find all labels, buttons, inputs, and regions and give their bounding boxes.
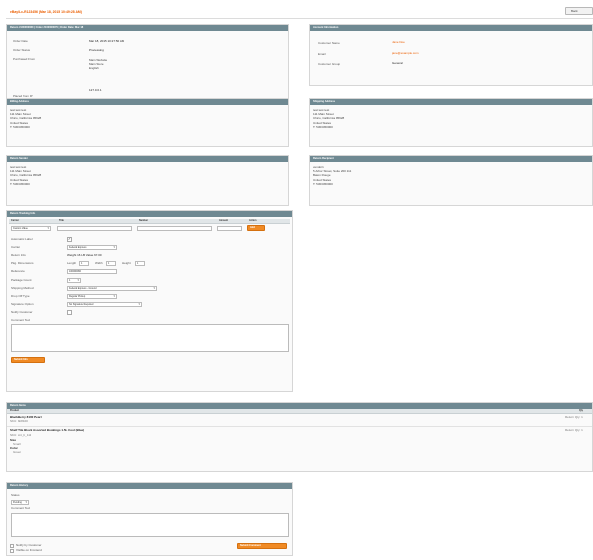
tracking-add-button[interactable]: Add: [247, 225, 265, 231]
drop-off-label: Drop Off Type: [11, 294, 30, 298]
submit-comment-button[interactable]: Submit Comment: [237, 543, 287, 549]
order-info-panel: Return #100000060 | Order #100000070 | O…: [6, 24, 289, 108]
shipping-address-panel: Shipping Address test test test 111 Main…: [309, 98, 593, 147]
customer-group-value: General: [392, 61, 403, 65]
col-title: Title: [59, 219, 64, 222]
return-recipient-panel: Return Recipient vendor1 5 Arbor Street,…: [309, 155, 593, 206]
shipping-method-label: Shipping Method: [11, 286, 34, 290]
customer-group-label: Customer Group: [318, 62, 341, 66]
account-info-heading: Account Information: [310, 25, 592, 31]
drop-off-select[interactable]: Regular Pickup: [67, 294, 117, 299]
carrier-select[interactable]: Federal Express: [67, 245, 117, 250]
height-input[interactable]: 1: [135, 261, 145, 266]
tracking-amount-input[interactable]: [217, 226, 242, 231]
item-sku: SKU: bb8100: [10, 419, 28, 423]
page-title: eBay/Lc-R123456 (Mar 18, 2015 10:49:28 A…: [10, 10, 82, 14]
reference-input[interactable]: 100000060: [67, 269, 117, 274]
shipping-address-text: test test test 111 Main Street Chico, Ca…: [313, 108, 345, 129]
carrier-label: Carrier: [11, 245, 21, 249]
item-status: Return Qty: 1: [565, 428, 583, 432]
shipping-address-heading: Shipping Address: [310, 99, 592, 105]
package-count-select[interactable]: 1: [67, 278, 81, 283]
return-recipient-heading: Return Recipient: [310, 156, 592, 162]
tracking-comment-textarea[interactable]: [11, 324, 289, 352]
item-option-value: Green: [13, 450, 22, 454]
automatic-label-checkbox[interactable]: ✓: [67, 237, 72, 242]
package-count-label: Package Count: [11, 278, 32, 282]
billing-address-heading: Billing Address: [7, 99, 288, 105]
tracking-table-header: Carrier Title Number Amount Action: [9, 219, 290, 224]
tracking-number-input[interactable]: [137, 226, 212, 231]
visible-frontend-label: Visible on Frontend: [16, 548, 42, 552]
order-date-value: Mar 18, 2015 10:27:50 AM: [89, 39, 125, 43]
return-recipient-text: vendor1 5 Arbor Street, Suite 200 111 Ba…: [313, 165, 352, 186]
customer-name-label: Customer Name: [318, 41, 340, 45]
billing-address-panel: Billing Address test test test 111 Main …: [6, 98, 289, 147]
row-divider: [7, 426, 592, 427]
weight-value-text: Weight 16 LB Value 67.00: [67, 253, 102, 257]
history-comment-label: Comment Text: [11, 506, 31, 510]
history-comment-textarea[interactable]: [11, 513, 289, 537]
return-history-heading: Return History: [7, 483, 292, 489]
return-sender-text: test test test 111 Main Street Chico, Ca…: [10, 165, 42, 186]
comment-text-label: Comment Text: [11, 318, 31, 322]
signature-select[interactable]: No Signature Required: [67, 302, 142, 307]
return-history-panel: Return History Status Pending Comment Te…: [6, 482, 293, 556]
notify-customer-checkbox[interactable]: [67, 310, 72, 315]
signature-label: Signature Option: [11, 302, 34, 306]
pkg-dimensions-label: Pkg. Dimensions: [11, 261, 34, 265]
tracking-carrier-select[interactable]: Custom Value: [11, 226, 51, 231]
billing-address-text: test test test 111 Main Street Chico, Ca…: [10, 108, 42, 129]
customer-name-link[interactable]: Jane Doe: [392, 40, 405, 45]
header-divider: [6, 18, 593, 19]
reference-label: Reference: [11, 269, 25, 273]
length-label: Length: [67, 261, 77, 265]
history-status-label: Status: [11, 493, 20, 497]
history-status-select[interactable]: Pending: [11, 500, 29, 505]
col-qty: Qty: [579, 409, 583, 412]
col-action: Action: [249, 219, 257, 222]
back-button[interactable]: Back: [565, 7, 593, 15]
width-input[interactable]: 1: [106, 261, 116, 266]
notify-customer-label: Notify Customer: [11, 310, 33, 314]
automatic-label-label: Automatic Label: [11, 237, 33, 241]
shipping-method-select[interactable]: Federal Express - Ground: [67, 286, 157, 291]
col-product: Product: [10, 409, 20, 412]
col-number: Number: [139, 219, 149, 222]
tracking-title-input[interactable]: [57, 226, 132, 231]
height-label: Height: [122, 261, 131, 265]
submit-info-button[interactable]: Submit Info: [11, 357, 45, 363]
return-sender-panel: Return Sender test test test 111 Main St…: [6, 155, 289, 206]
return-items-panel: Return Items Product Qty BlackBerry 8100…: [6, 402, 593, 472]
tracking-panel: Return Tracking Info Carrier Title Numbe…: [6, 210, 293, 392]
purchased-from-label: Purchased From: [13, 57, 36, 61]
email-label: Email: [318, 52, 326, 56]
order-info-heading: Return #100000060 | Order #100000070 | O…: [7, 25, 288, 31]
item-status: Return Qty: 1: [565, 415, 583, 419]
return-sender-heading: Return Sender: [7, 156, 288, 162]
placed-ip-value: 127.0.0.1: [89, 88, 102, 92]
order-status-label: Order Status: [13, 48, 31, 52]
return-items-table-header: Product Qty: [7, 409, 592, 414]
width-label: Width: [95, 261, 103, 265]
notify-customer-checkbox[interactable]: [10, 544, 14, 548]
visible-frontend-checkbox[interactable]: [10, 549, 14, 553]
length-input[interactable]: 1: [79, 261, 89, 266]
col-amount: Amount: [219, 219, 229, 222]
account-info-panel: Account Information Customer Name Jane D…: [309, 24, 593, 86]
order-status-value: Processing: [89, 48, 104, 52]
return-info-label: Return Info: [11, 253, 26, 257]
email-link[interactable]: jane@example.com: [392, 51, 419, 56]
purchased-from-value: Main Website Main Store English: [89, 58, 108, 70]
order-date-label: Order Date: [13, 39, 28, 43]
tracking-heading: Return Tracking Info: [7, 211, 292, 217]
col-carrier: Carrier: [11, 219, 19, 222]
